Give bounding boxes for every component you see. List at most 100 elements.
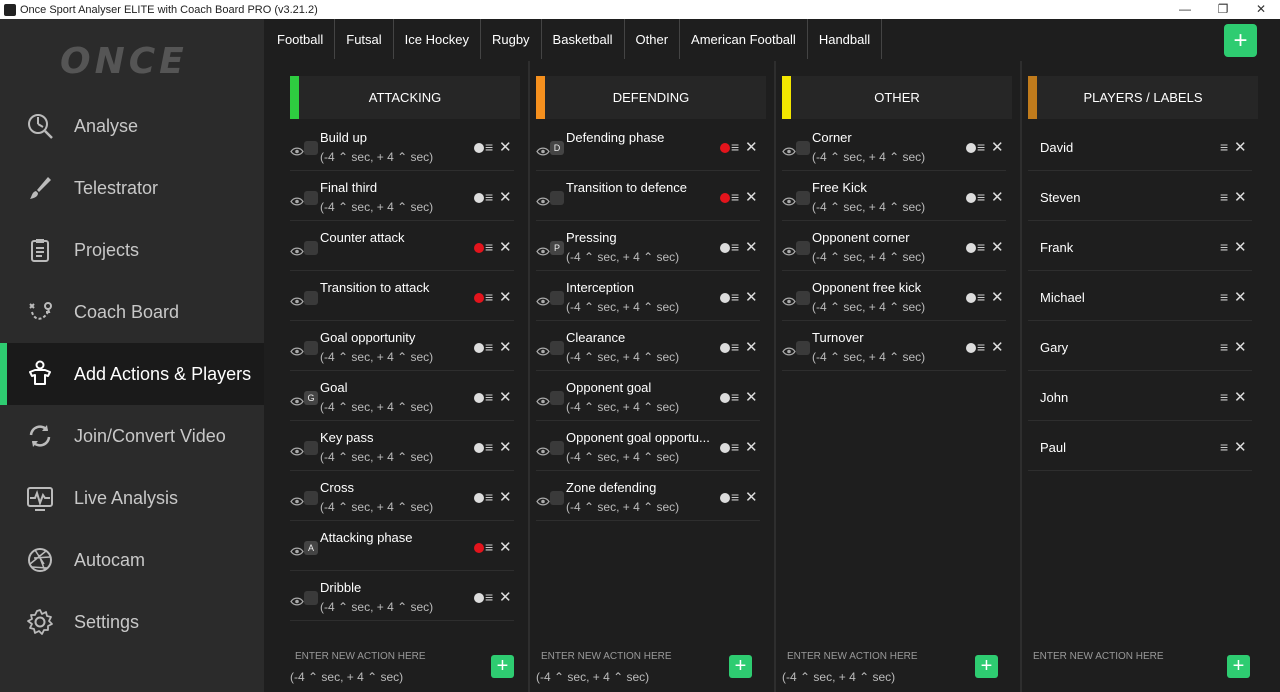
- new-action-input[interactable]: ENTER NEW ACTION HERE: [295, 651, 426, 662]
- action-time-window[interactable]: (-4 ⌃ sec, + 4 ⌃ sec): [812, 250, 925, 264]
- hotkey-toggle[interactable]: A: [304, 541, 318, 555]
- hotkey-toggle[interactable]: [304, 491, 318, 505]
- delete-icon[interactable]: ✕: [499, 438, 512, 456]
- eye-icon[interactable]: [290, 493, 304, 506]
- action-name[interactable]: Defending phase: [566, 130, 664, 145]
- delete-icon[interactable]: ✕: [745, 188, 758, 206]
- drag-handle-icon[interactable]: ≡: [1220, 389, 1228, 405]
- delete-icon[interactable]: ✕: [499, 238, 512, 256]
- nav-item-add-actions-players[interactable]: Add Actions & Players: [0, 343, 264, 405]
- action-time-window[interactable]: (-4 ⌃ sec, + 4 ⌃ sec): [320, 500, 433, 514]
- eye-icon[interactable]: [536, 193, 550, 206]
- eye-icon[interactable]: [290, 193, 304, 206]
- eye-icon[interactable]: [290, 543, 304, 556]
- drag-handle-icon[interactable]: ≡: [1220, 239, 1228, 255]
- delete-icon[interactable]: ✕: [745, 238, 758, 256]
- action-name[interactable]: Pressing: [566, 230, 617, 245]
- action-name[interactable]: Goal: [320, 380, 347, 395]
- hotkey-toggle[interactable]: D: [550, 141, 564, 155]
- drag-handle-icon[interactable]: ≡: [731, 289, 739, 305]
- record-indicator-dot[interactable]: [720, 393, 730, 403]
- tab-handball[interactable]: Handball: [808, 19, 883, 59]
- record-indicator-dot[interactable]: [474, 493, 484, 503]
- hotkey-toggle[interactable]: [304, 191, 318, 205]
- record-indicator-dot[interactable]: [474, 443, 484, 453]
- action-time-window[interactable]: (-4 ⌃ sec, + 4 ⌃ sec): [812, 200, 925, 214]
- eye-icon[interactable]: [782, 143, 796, 156]
- tab-football[interactable]: Football: [266, 19, 336, 59]
- delete-icon[interactable]: ✕: [991, 288, 1004, 306]
- action-time-window[interactable]: (-4 ⌃ sec, + 4 ⌃ sec): [320, 450, 433, 464]
- eye-icon[interactable]: [536, 293, 550, 306]
- delete-icon[interactable]: ✕: [499, 288, 512, 306]
- add-player-button[interactable]: +: [1227, 655, 1250, 678]
- delete-icon[interactable]: ✕: [745, 338, 758, 356]
- record-indicator-dot[interactable]: [966, 243, 976, 253]
- action-name[interactable]: Transition to defence: [566, 180, 687, 195]
- new-action-time[interactable]: (-4 ⌃ sec, + 4 ⌃ sec): [782, 670, 895, 684]
- action-name[interactable]: Build up: [320, 130, 367, 145]
- action-name[interactable]: Goal opportunity: [320, 330, 415, 345]
- minimize-button[interactable]: —: [1166, 0, 1204, 19]
- action-time-window[interactable]: (-4 ⌃ sec, + 4 ⌃ sec): [320, 400, 433, 414]
- new-action-input[interactable]: ENTER NEW ACTION HERE: [787, 651, 918, 662]
- delete-icon[interactable]: ✕: [745, 488, 758, 506]
- action-name[interactable]: Key pass: [320, 430, 373, 445]
- hotkey-toggle[interactable]: [796, 341, 810, 355]
- delete-icon[interactable]: ✕: [499, 138, 512, 156]
- drag-handle-icon[interactable]: ≡: [485, 339, 493, 355]
- hotkey-toggle[interactable]: [550, 441, 564, 455]
- hotkey-toggle[interactable]: [304, 141, 318, 155]
- drag-handle-icon[interactable]: ≡: [977, 339, 985, 355]
- drag-handle-icon[interactable]: ≡: [731, 239, 739, 255]
- hotkey-toggle[interactable]: [304, 241, 318, 255]
- eye-icon[interactable]: [536, 493, 550, 506]
- player-name[interactable]: Paul: [1040, 440, 1066, 455]
- drag-handle-icon[interactable]: ≡: [731, 339, 739, 355]
- hotkey-toggle[interactable]: [304, 341, 318, 355]
- hotkey-toggle[interactable]: P: [550, 241, 564, 255]
- action-time-window[interactable]: (-4 ⌃ sec, + 4 ⌃ sec): [812, 150, 925, 164]
- hotkey-toggle[interactable]: [304, 291, 318, 305]
- add-sport-button[interactable]: +: [1224, 24, 1257, 57]
- action-time-window[interactable]: (-4 ⌃ sec, + 4 ⌃ sec): [320, 600, 433, 614]
- drag-handle-icon[interactable]: ≡: [485, 589, 493, 605]
- record-indicator-dot[interactable]: [474, 343, 484, 353]
- drag-handle-icon[interactable]: ≡: [731, 189, 739, 205]
- hotkey-toggle[interactable]: [550, 391, 564, 405]
- action-time-window[interactable]: (-4 ⌃ sec, + 4 ⌃ sec): [566, 450, 679, 464]
- nav-item-coach-board[interactable]: Coach Board: [0, 281, 264, 343]
- action-time-window[interactable]: (-4 ⌃ sec, + 4 ⌃ sec): [320, 150, 433, 164]
- action-name[interactable]: Opponent goal: [566, 380, 651, 395]
- eye-icon[interactable]: [290, 143, 304, 156]
- record-indicator-dot[interactable]: [474, 543, 484, 553]
- action-name[interactable]: Opponent goal opportu...: [566, 430, 710, 445]
- add-action-button[interactable]: +: [491, 655, 514, 678]
- record-indicator-dot[interactable]: [474, 293, 484, 303]
- record-indicator-dot[interactable]: [966, 343, 976, 353]
- eye-icon[interactable]: [290, 443, 304, 456]
- drag-handle-icon[interactable]: ≡: [1220, 289, 1228, 305]
- drag-handle-icon[interactable]: ≡: [731, 139, 739, 155]
- delete-icon[interactable]: ✕: [499, 488, 512, 506]
- eye-icon[interactable]: [290, 393, 304, 406]
- drag-handle-icon[interactable]: ≡: [485, 489, 493, 505]
- eye-icon[interactable]: [782, 193, 796, 206]
- delete-icon[interactable]: ✕: [1234, 238, 1247, 256]
- delete-icon[interactable]: ✕: [1234, 288, 1247, 306]
- record-indicator-dot[interactable]: [474, 393, 484, 403]
- hotkey-toggle[interactable]: [304, 441, 318, 455]
- delete-icon[interactable]: ✕: [1234, 388, 1247, 406]
- drag-handle-icon[interactable]: ≡: [1220, 139, 1228, 155]
- action-name[interactable]: Opponent corner: [812, 230, 910, 245]
- action-time-window[interactable]: (-4 ⌃ sec, + 4 ⌃ sec): [320, 350, 433, 364]
- new-player-input[interactable]: ENTER NEW ACTION HERE: [1033, 651, 1164, 662]
- delete-icon[interactable]: ✕: [1234, 138, 1247, 156]
- delete-icon[interactable]: ✕: [499, 588, 512, 606]
- record-indicator-dot[interactable]: [720, 443, 730, 453]
- player-name[interactable]: David: [1040, 140, 1073, 155]
- action-time-window[interactable]: (-4 ⌃ sec, + 4 ⌃ sec): [320, 200, 433, 214]
- action-time-window[interactable]: (-4 ⌃ sec, + 4 ⌃ sec): [566, 500, 679, 514]
- tab-rugby[interactable]: Rugby: [481, 19, 542, 59]
- action-name[interactable]: Turnover: [812, 330, 864, 345]
